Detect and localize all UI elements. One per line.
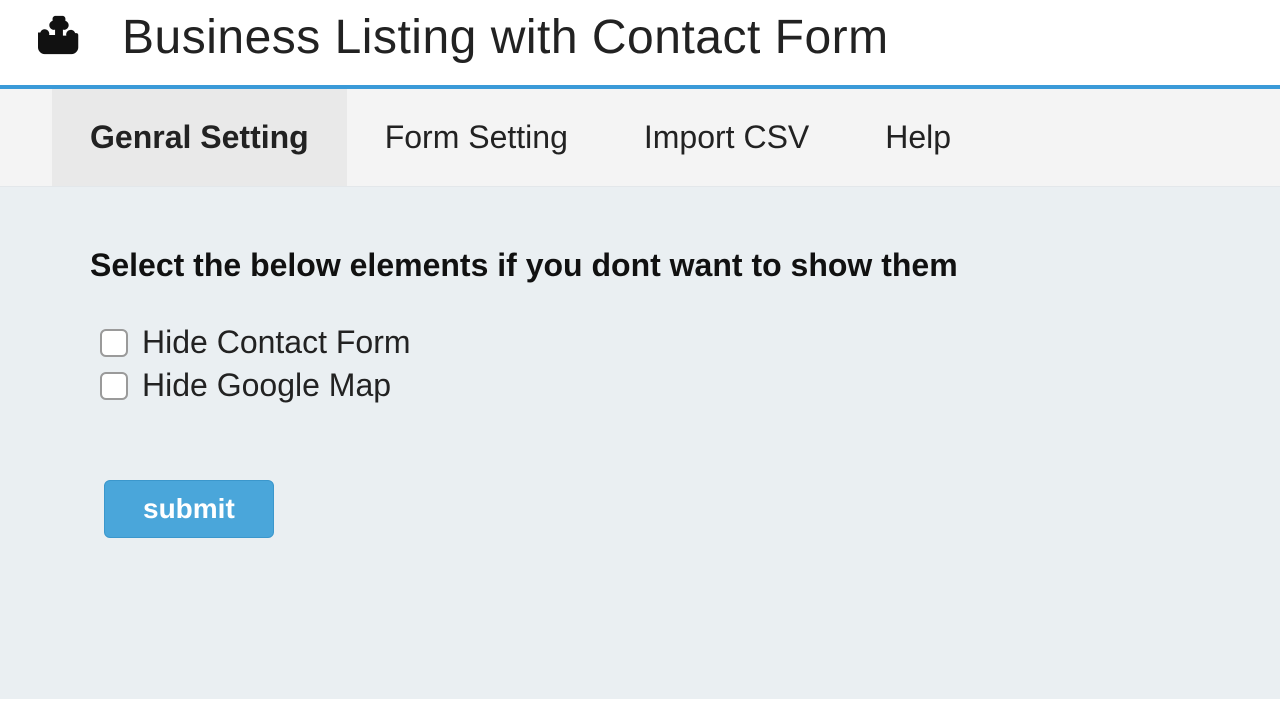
page-title: Business Listing with Contact Form — [122, 10, 889, 65]
tab-form-setting[interactable]: Form Setting — [347, 89, 606, 186]
settings-tabs: Genral Setting Form Setting Import CSV H… — [0, 89, 1280, 187]
puzzle-icon — [38, 12, 84, 63]
option-hide-google-map[interactable]: Hide Google Map — [90, 367, 1280, 404]
tab-general-setting[interactable]: Genral Setting — [52, 89, 347, 186]
submit-button[interactable]: submit — [104, 480, 274, 538]
tab-import-csv[interactable]: Import CSV — [606, 89, 847, 186]
general-settings-panel: Select the below elements if you dont wa… — [0, 187, 1280, 699]
section-heading: Select the below elements if you dont wa… — [90, 247, 1280, 284]
option-hide-contact-form[interactable]: Hide Contact Form — [90, 324, 1280, 361]
checkbox-label: Hide Contact Form — [142, 324, 411, 361]
tab-label: Form Setting — [385, 119, 568, 156]
tab-label: Genral Setting — [90, 119, 309, 156]
checkbox-hide-google-map[interactable] — [100, 372, 128, 400]
tab-label: Help — [885, 119, 951, 156]
tab-label: Import CSV — [644, 119, 809, 156]
checkbox-hide-contact-form[interactable] — [100, 329, 128, 357]
tab-help[interactable]: Help — [847, 89, 989, 186]
checkbox-label: Hide Google Map — [142, 367, 391, 404]
page-header: Business Listing with Contact Form — [0, 0, 1280, 89]
